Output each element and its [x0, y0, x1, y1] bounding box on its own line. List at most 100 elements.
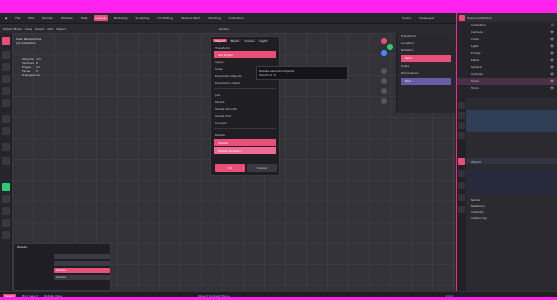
menu-item-shade-smooth[interactable]: Shade Smooth: [211, 105, 279, 112]
outliner-title: Scene Collection: [467, 15, 492, 20]
modifier-props-icon[interactable]: [458, 170, 465, 177]
navigation-gizmo[interactable]: [376, 38, 393, 108]
menu-render[interactable]: Render: [40, 15, 55, 21]
object-props-icon[interactable]: [458, 158, 465, 165]
green-tool-icon[interactable]: [2, 183, 10, 191]
menu-item-duplicate-linked[interactable]: Duplicate Linked: [211, 79, 279, 86]
properties-section-title: Object: [471, 160, 481, 164]
move-tool-icon[interactable]: [2, 63, 10, 71]
menu-item-delete-highlight[interactable]: Delete: [214, 139, 276, 146]
outliner-display-icon[interactable]: [459, 14, 465, 21]
menu-item-shade-flat[interactable]: Shade Flat: [211, 112, 279, 119]
extra-tool-3-icon[interactable]: [2, 207, 10, 215]
operator-field[interactable]: Global: [54, 275, 110, 280]
cursor-tool-icon[interactable]: [2, 51, 10, 59]
header-add[interactable]: Add: [47, 27, 53, 31]
npanel-item-tab[interactable]: Item: [401, 55, 451, 62]
menu-item-delete[interactable]: Delete: [211, 131, 279, 138]
gizmo-z-axis-icon[interactable]: [381, 50, 387, 56]
properties-field-relations[interactable]: Relations: [471, 204, 485, 208]
workspace-tab-layout[interactable]: Layout: [93, 15, 108, 21]
extra-tool-4-icon[interactable]: [2, 219, 10, 227]
zoom-icon[interactable]: [381, 68, 387, 74]
menu-item-join[interactable]: Join: [211, 91, 279, 98]
menu-item-delete-globally[interactable]: Delete Globally: [214, 147, 276, 154]
outliner-item-selected: Cone 👁: [457, 78, 557, 85]
collection-name: (1) Collection: [16, 41, 37, 45]
npanel-tool-tab[interactable]: Tool: [401, 78, 451, 85]
extra-tool-1-icon[interactable]: [2, 157, 10, 165]
perspective-toggle-icon[interactable]: [381, 98, 387, 104]
operator-field-active[interactable]: Delete: [54, 268, 110, 273]
workspace-tab-texture[interactable]: Texture Paint: [179, 15, 202, 21]
select-tool-icon[interactable]: [2, 37, 10, 45]
confirm-button[interactable]: OK: [215, 164, 245, 172]
menu-file[interactable]: File: [13, 15, 22, 21]
outliner-item: Sphere 👁: [471, 65, 554, 69]
last-operator-title[interactable]: Delete: [14, 244, 110, 250]
workspace-tab-uv[interactable]: UV Editing: [155, 15, 175, 21]
outliner-item: Light 👁: [471, 44, 554, 48]
header-select[interactable]: Select: [35, 27, 44, 31]
blender-logo-icon[interactable]: ◆: [3, 15, 9, 21]
npanel-scale: Scale: [401, 64, 410, 68]
properties-field-name[interactable]: Name: [471, 198, 480, 202]
workspace-tab-shading[interactable]: Shading: [206, 15, 222, 21]
menu-item-parent[interactable]: Parent: [211, 98, 279, 105]
properties-tabs: [457, 98, 466, 300]
scale-tool-icon[interactable]: [2, 87, 10, 95]
view-layer-selector[interactable]: ViewLayer: [417, 15, 436, 21]
mode-dropdown[interactable]: Object Mode: [3, 27, 22, 31]
physics-props-icon[interactable]: [458, 182, 465, 189]
render-props-icon[interactable]: [458, 112, 465, 119]
add-cube-tool-icon[interactable]: [2, 143, 10, 151]
menu-window[interactable]: Window: [59, 15, 75, 21]
sidebar-n-panel: Transform Location Rotation Item Scale D…: [396, 33, 455, 113]
operator-field[interactable]: [54, 254, 110, 259]
menu-item-apply[interactable]: Apply: [211, 58, 279, 65]
workspace-tab-animation[interactable]: Animation: [227, 15, 246, 21]
data-props-icon[interactable]: [458, 206, 465, 213]
measure-tool-icon[interactable]: [2, 127, 10, 135]
header-object[interactable]: Object: [56, 27, 66, 31]
output-props-icon[interactable]: [458, 122, 465, 129]
tool-shelf: [0, 33, 12, 291]
menu-tab-mesh[interactable]: Mesh: [228, 39, 241, 43]
view-layer-props-icon[interactable]: [458, 132, 465, 139]
transform-orientation[interactable]: Global: [219, 27, 229, 31]
extra-tool-5-icon[interactable]: [2, 231, 10, 239]
menu-edit[interactable]: Edit: [26, 15, 36, 21]
menu-tab-light[interactable]: Light: [257, 39, 270, 43]
menu-item-convert[interactable]: Convert: [211, 119, 279, 126]
scene-selector[interactable]: Scene: [400, 15, 413, 21]
viewport-info: User Perspective (1) Collection: [16, 37, 41, 45]
menu-tab-object[interactable]: Object: [213, 39, 227, 43]
cancel-button[interactable]: Cancel: [247, 164, 277, 172]
constraint-props-icon[interactable]: [458, 194, 465, 201]
properties-field-visibility[interactable]: Visibility: [471, 210, 484, 214]
outliner-item: Plane 👁: [471, 58, 554, 62]
properties-band: [466, 110, 557, 132]
gizmo-y-axis-icon[interactable]: [387, 44, 393, 50]
camera-view-icon[interactable]: [381, 88, 387, 94]
gizmo-x-axis-icon[interactable]: [381, 38, 387, 44]
tool-props-icon[interactable]: [458, 102, 465, 109]
outliner-header: Scene Collection: [457, 13, 557, 22]
menu-tab-curve[interactable]: Curve: [242, 39, 256, 43]
header-view[interactable]: View: [25, 27, 32, 31]
menu-item-transform[interactable]: Transform: [211, 44, 279, 51]
properties-field-instancing[interactable]: Instancing: [471, 216, 487, 220]
last-operator-panel: Delete Delete Global: [13, 243, 111, 291]
extra-tool-2-icon[interactable]: [2, 195, 10, 203]
transform-tool-icon[interactable]: [2, 99, 10, 107]
workspace-tab-sculpting[interactable]: Sculpting: [133, 15, 151, 21]
operator-field[interactable]: [54, 261, 110, 266]
npanel-rotation: Rotation: [401, 48, 414, 52]
menu-tabs: Object Mesh Curve Light: [211, 37, 279, 44]
menu-help[interactable]: Help: [79, 15, 90, 21]
menu-item-set-origin[interactable]: Set Origin: [214, 51, 276, 58]
annotate-tool-icon[interactable]: [2, 115, 10, 123]
pan-icon[interactable]: [381, 78, 387, 84]
workspace-tab-modeling[interactable]: Modeling: [112, 15, 130, 21]
rotate-tool-icon[interactable]: [2, 75, 10, 83]
